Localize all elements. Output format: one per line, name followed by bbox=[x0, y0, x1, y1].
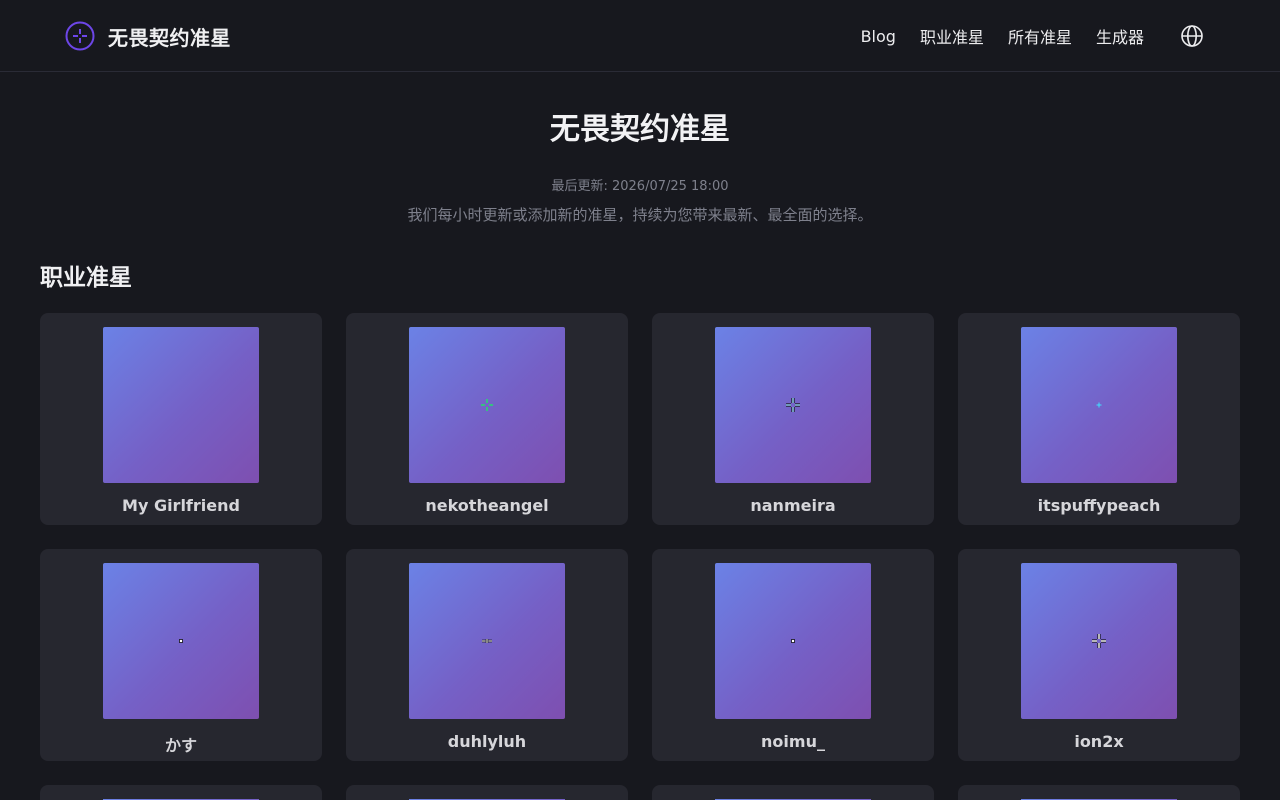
main-nav: Blog 职业准星 所有准星 生成器 bbox=[861, 20, 1204, 52]
crosshair-preview bbox=[1021, 327, 1177, 483]
section-title: 职业准星 bbox=[40, 265, 132, 291]
crosshair-card[interactable]: duhlyluh bbox=[346, 549, 628, 761]
brand-link[interactable]: 无畏契约准星 bbox=[64, 20, 231, 52]
brand-title: 无畏契约准星 bbox=[108, 25, 231, 50]
crosshair-preview-icon bbox=[103, 327, 259, 483]
crosshair-card[interactable]: nanmeira bbox=[652, 313, 934, 525]
crosshair-card[interactable]: ion2x bbox=[958, 549, 1240, 761]
crosshair-preview-icon bbox=[482, 639, 492, 643]
crosshair-preview bbox=[409, 563, 565, 719]
crosshair-card[interactable]: My Girlfriend bbox=[40, 313, 322, 525]
nav-all-crosshairs[interactable]: 所有准星 bbox=[1008, 24, 1072, 48]
nav-pro-crosshairs[interactable]: 职业准星 bbox=[920, 24, 984, 48]
crosshair-preview bbox=[715, 327, 871, 483]
crosshair-card-name: itspuffypeach bbox=[1037, 496, 1161, 515]
crosshair-card[interactable]: nekotheangel bbox=[346, 313, 628, 525]
crosshair-card[interactable]: itspuffypeach bbox=[958, 313, 1240, 525]
crosshair-preview-icon bbox=[179, 639, 183, 643]
crosshair-grid: My Girlfriend nekotheangel nanmeira itspuff… bbox=[40, 313, 1240, 761]
crosshair-preview-icon bbox=[786, 398, 800, 412]
crosshair-card[interactable] bbox=[958, 785, 1240, 800]
page-description: 我们每小时更新或添加新的准星，持续为您带来最新、最全面的选择。 bbox=[407, 206, 873, 224]
crosshair-preview bbox=[409, 327, 565, 483]
crosshair-card-name: noimu_ bbox=[761, 732, 825, 751]
crosshair-card[interactable] bbox=[346, 785, 628, 800]
crosshair-preview bbox=[103, 563, 259, 719]
crosshair-card-name: duhlyluh bbox=[447, 732, 527, 751]
crosshair-card[interactable]: noimu_ bbox=[652, 549, 934, 761]
crosshair-preview-icon bbox=[1092, 634, 1106, 648]
crosshair-preview-icon bbox=[481, 399, 493, 411]
crosshair-preview-icon bbox=[1096, 402, 1102, 408]
crosshair-card[interactable]: かす bbox=[40, 549, 322, 761]
crosshair-icon bbox=[65, 21, 95, 51]
crosshair-preview bbox=[715, 563, 871, 719]
crosshair-card-name: かす bbox=[164, 736, 197, 755]
last-updated: 最后更新: 2026/07/25 18:00 bbox=[551, 179, 729, 194]
crosshair-grid-next-row bbox=[40, 785, 1240, 800]
crosshair-preview bbox=[1021, 563, 1177, 719]
crosshair-preview-icon bbox=[791, 639, 795, 643]
crosshair-card-name: ion2x bbox=[1074, 732, 1124, 751]
nav-blog[interactable]: Blog bbox=[861, 27, 896, 46]
page-title: 无畏契约准星 bbox=[550, 112, 730, 147]
crosshair-card[interactable] bbox=[652, 785, 934, 800]
globe-icon[interactable] bbox=[1180, 24, 1204, 48]
crosshair-card-name: nekotheangel bbox=[425, 496, 549, 515]
crosshair-card-name: My Girlfriend bbox=[122, 496, 240, 515]
crosshair-card-name: nanmeira bbox=[750, 496, 836, 515]
top-navbar: 无畏契约准星 Blog 职业准星 所有准星 生成器 bbox=[0, 0, 1280, 72]
nav-generator[interactable]: 生成器 bbox=[1096, 24, 1144, 48]
crosshair-preview bbox=[103, 327, 259, 483]
crosshair-card[interactable] bbox=[40, 785, 322, 800]
